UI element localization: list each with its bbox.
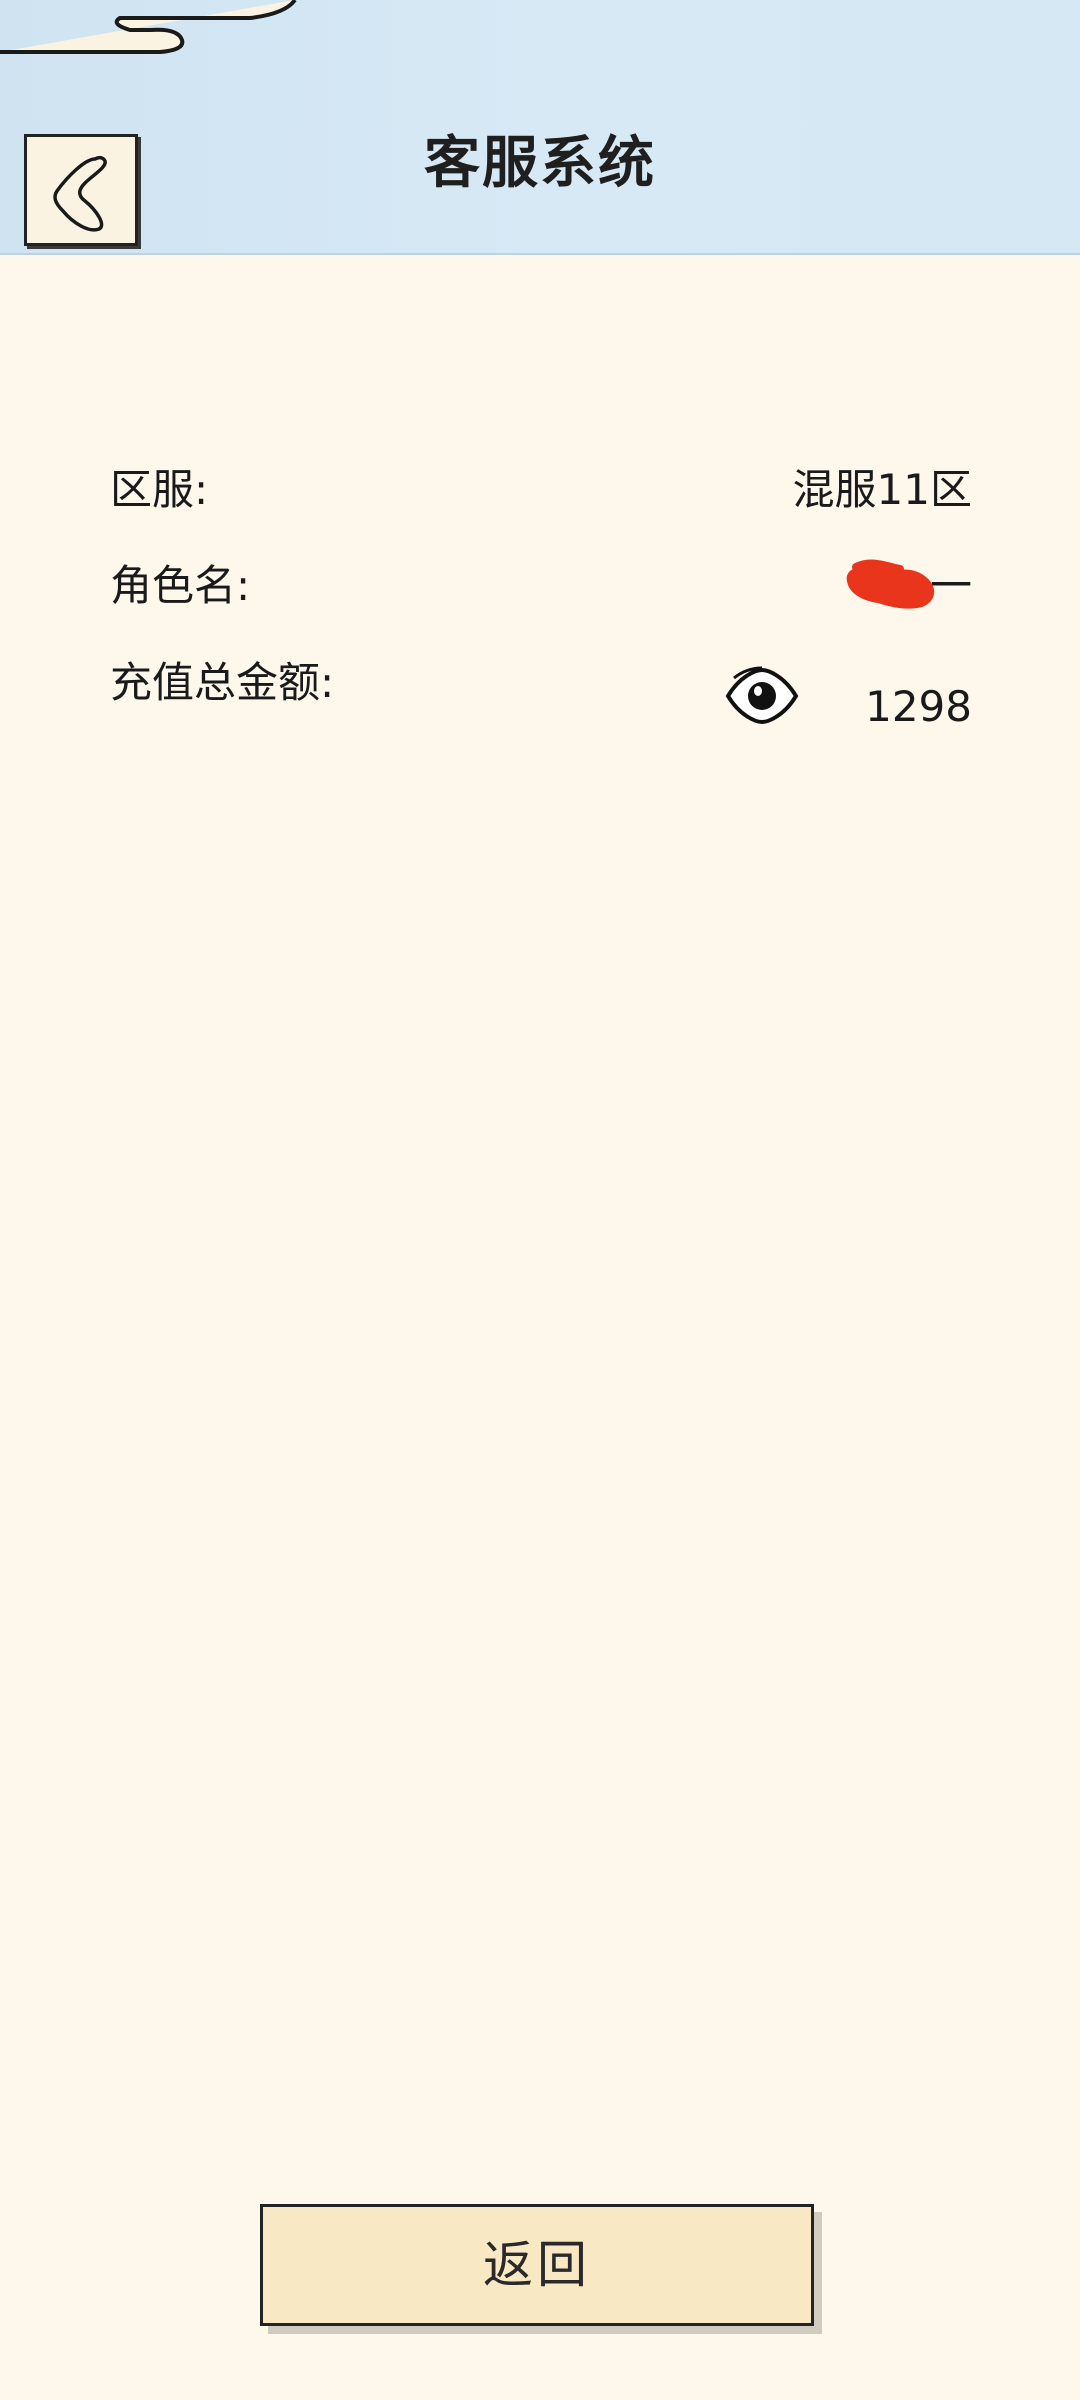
role-name-row: 角色名: 一: [110, 551, 972, 621]
recharge-amount: 1298: [865, 682, 972, 731]
recharge-label: 充值总金额:: [110, 658, 335, 707]
return-button[interactable]: 返回: [260, 2204, 814, 2326]
page-title: 客服系统: [424, 131, 656, 196]
server-label: 区服:: [110, 465, 209, 514]
recharge-row: 充值总金额: 1298: [110, 648, 972, 731]
return-label: 返回: [483, 2236, 591, 2294]
eye-icon[interactable]: [724, 666, 800, 726]
role-name-label: 角色名:: [110, 561, 251, 610]
header-bar: 客服系统: [0, 0, 1080, 255]
server-value: 混服11区: [792, 465, 972, 514]
server-row: 区服: 混服11区: [110, 455, 972, 525]
redaction-scribble: [846, 559, 935, 609]
cloud-decoration: [0, 0, 297, 54]
